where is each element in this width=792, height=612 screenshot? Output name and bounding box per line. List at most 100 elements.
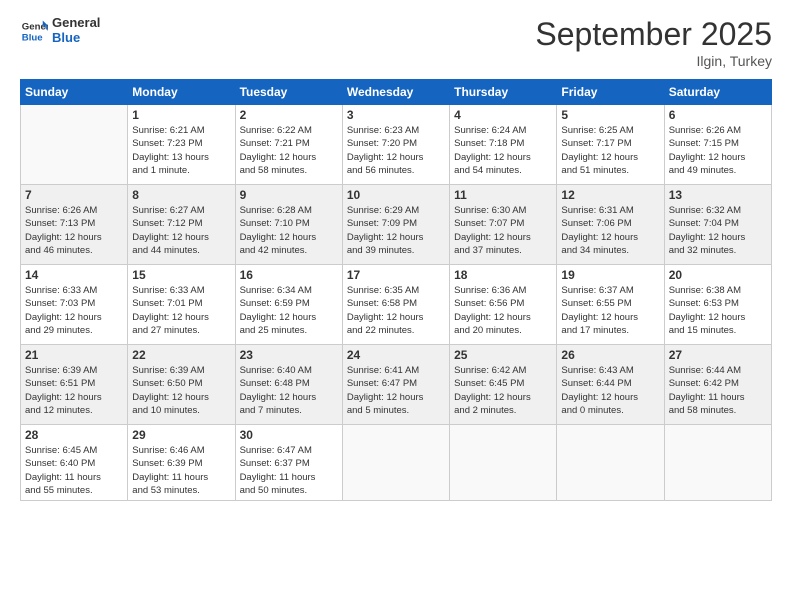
calendar-day-cell: 8 Sunrise: 6:27 AMSunset: 7:12 PMDaylight…: [128, 185, 235, 265]
day-number: 10: [347, 188, 445, 202]
calendar: SundayMondayTuesdayWednesdayThursdayFrid…: [20, 79, 772, 501]
day-number: 5: [561, 108, 659, 122]
day-number: 24: [347, 348, 445, 362]
calendar-header-row: SundayMondayTuesdayWednesdayThursdayFrid…: [21, 80, 772, 105]
calendar-day-cell: 5 Sunrise: 6:25 AMSunset: 7:17 PMDaylight…: [557, 105, 664, 185]
day-info: Sunrise: 6:25 AMSunset: 7:17 PMDaylight:…: [561, 124, 659, 177]
day-number: 19: [561, 268, 659, 282]
day-number: 8: [132, 188, 230, 202]
day-number: 14: [25, 268, 123, 282]
day-header-wednesday: Wednesday: [342, 80, 449, 105]
calendar-day-cell: 16Sunrise: 6:34 AMSunset: 6:59 PMDayligh…: [235, 265, 342, 345]
location: Ilgin, Turkey: [535, 53, 772, 69]
day-info: Sunrise: 6:32 AMSunset: 7:04 PMDaylight:…: [669, 204, 767, 257]
day-header-thursday: Thursday: [450, 80, 557, 105]
day-info: Sunrise: 6:29 AMSunset: 7:09 PMDaylight:…: [347, 204, 445, 257]
calendar-day-cell: 3Sunrise: 6:23 AMSunset: 7:20 PMDaylight…: [342, 105, 449, 185]
day-number: 12: [561, 188, 659, 202]
day-info: Sunrise: 6:33 AMSunset: 7:03 PMDaylight:…: [25, 284, 123, 337]
day-info: Sunrise: 6:47 AMSunset: 6:37 PMDaylight:…: [240, 444, 338, 497]
calendar-day-cell: 2Sunrise: 6:22 AMSunset: 7:21 PMDaylight…: [235, 105, 342, 185]
calendar-day-cell: 24 Sunrise: 6:41 AMSunset: 6:47 PMDayligh…: [342, 345, 449, 425]
calendar-day-cell: 1 Sunrise: 6:21 AMSunset: 7:23 PMDaylight…: [128, 105, 235, 185]
day-number: 27: [669, 348, 767, 362]
calendar-day-cell: 28Sunrise: 6:45 AMSunset: 6:40 PMDayligh…: [21, 425, 128, 501]
calendar-week-row: 7 Sunrise: 6:26 AMSunset: 7:13 PMDaylight…: [21, 185, 772, 265]
page-header: General Blue General Blue September 2025…: [20, 16, 772, 69]
day-number: 11: [454, 188, 552, 202]
day-info: Sunrise: 6:40 AMSunset: 6:48 PMDaylight:…: [240, 364, 338, 417]
logo: General Blue General Blue: [20, 16, 100, 46]
calendar-day-cell: [450, 425, 557, 501]
day-header-sunday: Sunday: [21, 80, 128, 105]
day-number: 15: [132, 268, 230, 282]
calendar-day-cell: [21, 105, 128, 185]
day-info: Sunrise: 6:45 AMSunset: 6:40 PMDaylight:…: [25, 444, 123, 497]
day-number: 7: [25, 188, 123, 202]
logo-blue-text: Blue: [52, 31, 100, 46]
calendar-week-row: 1 Sunrise: 6:21 AMSunset: 7:23 PMDaylight…: [21, 105, 772, 185]
calendar-day-cell: 13Sunrise: 6:32 AMSunset: 7:04 PMDayligh…: [664, 185, 771, 265]
day-info: Sunrise: 6:41 AMSunset: 6:47 PMDaylight:…: [347, 364, 445, 417]
day-number: 26: [561, 348, 659, 362]
day-number: 30: [240, 428, 338, 442]
day-info: Sunrise: 6:26 AMSunset: 7:13 PMDaylight:…: [25, 204, 123, 257]
title-block: September 2025 Ilgin, Turkey: [535, 16, 772, 69]
calendar-day-cell: 4Sunrise: 6:24 AMSunset: 7:18 PMDaylight…: [450, 105, 557, 185]
day-info: Sunrise: 6:26 AMSunset: 7:15 PMDaylight:…: [669, 124, 767, 177]
day-info: Sunrise: 6:35 AMSunset: 6:58 PMDaylight:…: [347, 284, 445, 337]
day-header-tuesday: Tuesday: [235, 80, 342, 105]
month-title: September 2025: [535, 16, 772, 53]
calendar-day-cell: 10 Sunrise: 6:29 AMSunset: 7:09 PMDayligh…: [342, 185, 449, 265]
day-info: Sunrise: 6:46 AMSunset: 6:39 PMDaylight:…: [132, 444, 230, 497]
calendar-day-cell: 29 Sunrise: 6:46 AMSunset: 6:39 PMDayligh…: [128, 425, 235, 501]
calendar-day-cell: 23 Sunrise: 6:40 AMSunset: 6:48 PMDayligh…: [235, 345, 342, 425]
day-info: Sunrise: 6:22 AMSunset: 7:21 PMDaylight:…: [240, 124, 338, 177]
calendar-day-cell: 27 Sunrise: 6:44 AMSunset: 6:42 PMDayligh…: [664, 345, 771, 425]
day-number: 9: [240, 188, 338, 202]
logo-general-text: General: [52, 16, 100, 31]
day-info: Sunrise: 6:33 AMSunset: 7:01 PMDaylight:…: [132, 284, 230, 337]
calendar-day-cell: 15 Sunrise: 6:33 AMSunset: 7:01 PMDayligh…: [128, 265, 235, 345]
calendar-day-cell: 26 Sunrise: 6:43 AMSunset: 6:44 PMDayligh…: [557, 345, 664, 425]
calendar-day-cell: 9Sunrise: 6:28 AMSunset: 7:10 PMDaylight…: [235, 185, 342, 265]
day-number: 22: [132, 348, 230, 362]
calendar-day-cell: 7 Sunrise: 6:26 AMSunset: 7:13 PMDaylight…: [21, 185, 128, 265]
day-info: Sunrise: 6:21 AMSunset: 7:23 PMDaylight:…: [132, 124, 230, 177]
calendar-day-cell: [557, 425, 664, 501]
calendar-day-cell: 17 Sunrise: 6:35 AMSunset: 6:58 PMDayligh…: [342, 265, 449, 345]
day-number: 29: [132, 428, 230, 442]
calendar-day-cell: 11 Sunrise: 6:30 AMSunset: 7:07 PMDayligh…: [450, 185, 557, 265]
calendar-day-cell: 22 Sunrise: 6:39 AMSunset: 6:50 PMDayligh…: [128, 345, 235, 425]
day-number: 23: [240, 348, 338, 362]
day-info: Sunrise: 6:42 AMSunset: 6:45 PMDaylight:…: [454, 364, 552, 417]
day-number: 1: [132, 108, 230, 122]
day-number: 25: [454, 348, 552, 362]
calendar-day-cell: 20Sunrise: 6:38 AMSunset: 6:53 PMDayligh…: [664, 265, 771, 345]
day-header-saturday: Saturday: [664, 80, 771, 105]
day-header-monday: Monday: [128, 80, 235, 105]
day-info: Sunrise: 6:39 AMSunset: 6:50 PMDaylight:…: [132, 364, 230, 417]
calendar-day-cell: 18Sunrise: 6:36 AMSunset: 6:56 PMDayligh…: [450, 265, 557, 345]
day-info: Sunrise: 6:43 AMSunset: 6:44 PMDaylight:…: [561, 364, 659, 417]
calendar-week-row: 28Sunrise: 6:45 AMSunset: 6:40 PMDayligh…: [21, 425, 772, 501]
logo-icon: General Blue: [20, 17, 48, 45]
day-number: 17: [347, 268, 445, 282]
calendar-day-cell: 6 Sunrise: 6:26 AMSunset: 7:15 PMDaylight…: [664, 105, 771, 185]
calendar-day-cell: 21 Sunrise: 6:39 AMSunset: 6:51 PMDayligh…: [21, 345, 128, 425]
day-info: Sunrise: 6:36 AMSunset: 6:56 PMDaylight:…: [454, 284, 552, 337]
day-number: 21: [25, 348, 123, 362]
day-info: Sunrise: 6:30 AMSunset: 7:07 PMDaylight:…: [454, 204, 552, 257]
calendar-day-cell: 19 Sunrise: 6:37 AMSunset: 6:55 PMDayligh…: [557, 265, 664, 345]
calendar-day-cell: 30 Sunrise: 6:47 AMSunset: 6:37 PMDayligh…: [235, 425, 342, 501]
day-number: 6: [669, 108, 767, 122]
day-number: 3: [347, 108, 445, 122]
calendar-day-cell: [342, 425, 449, 501]
day-info: Sunrise: 6:27 AMSunset: 7:12 PMDaylight:…: [132, 204, 230, 257]
calendar-day-cell: 25 Sunrise: 6:42 AMSunset: 6:45 PMDayligh…: [450, 345, 557, 425]
day-info: Sunrise: 6:37 AMSunset: 6:55 PMDaylight:…: [561, 284, 659, 337]
day-number: 20: [669, 268, 767, 282]
day-info: Sunrise: 6:39 AMSunset: 6:51 PMDaylight:…: [25, 364, 123, 417]
calendar-week-row: 21 Sunrise: 6:39 AMSunset: 6:51 PMDayligh…: [21, 345, 772, 425]
day-info: Sunrise: 6:44 AMSunset: 6:42 PMDaylight:…: [669, 364, 767, 417]
